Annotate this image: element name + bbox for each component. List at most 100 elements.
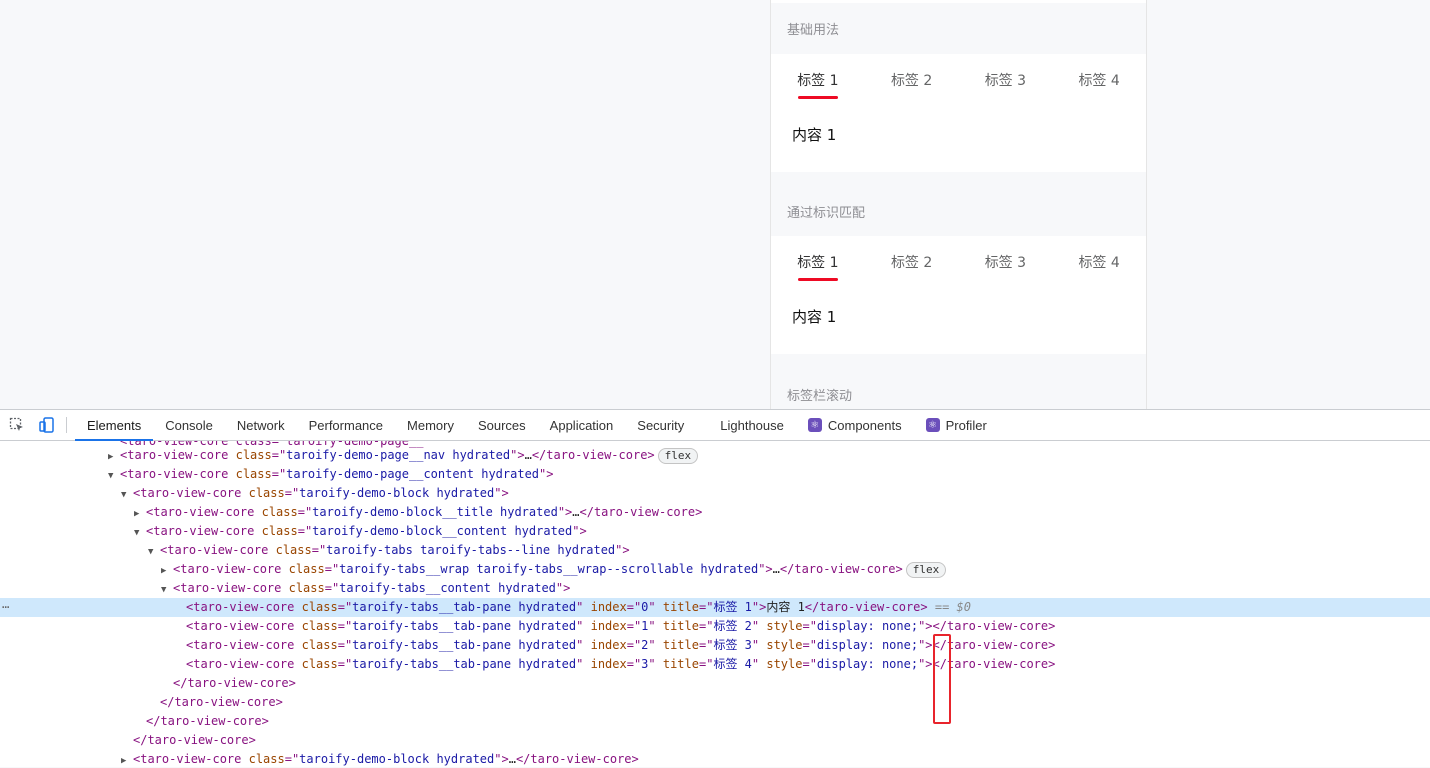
- dom-token: title: [662, 638, 699, 652]
- block-title-text: 标签栏滚动: [787, 388, 853, 404]
- dom-token: ">: [539, 467, 554, 481]
- devtools-toolbar: Elements Console Network Performance Mem…: [0, 410, 1430, 441]
- tab-4[interactable]: 标签 4: [1052, 236, 1146, 286]
- dom-node-line[interactable]: ▶ <taro-view-core class="taroify-demo-blo…: [0, 503, 1430, 522]
- flex-badge[interactable]: flex: [905, 562, 947, 578]
- dom-node-line[interactable]: <taro-view-core class="taroify-tabs__tab…: [0, 636, 1430, 655]
- dom-node-line[interactable]: ▼ <taro-view-core class="taroify-demo-pag…: [0, 465, 1430, 484]
- demo-block: 通过标识匹配 标签 1 标签 2 标签 3 标签 4 内容 1: [771, 172, 1146, 354]
- dom-token: index: [590, 657, 627, 671]
- tab-lighthouse[interactable]: Lighthouse: [708, 410, 796, 440]
- dom-token: …: [572, 505, 580, 519]
- tab-label: Profiler: [945, 417, 987, 433]
- tab-performance[interactable]: Performance: [297, 410, 395, 440]
- dom-token: <taro-view-core: [186, 619, 302, 633]
- page-viewport: 基础用法 标签 1 标签 2 标签 3 标签 4 内容 1 通过标识匹配 标签 …: [0, 0, 1430, 409]
- dom-token: =": [626, 657, 642, 671]
- dom-token: ": [648, 638, 663, 652]
- tab-label: 标签 3: [984, 73, 1027, 89]
- dom-token: 标签 2: [713, 619, 752, 633]
- inspect-element-icon[interactable]: [2, 410, 32, 440]
- dom-node-line[interactable]: ▶ <taro-view-core class="taroify-demo-blo…: [0, 750, 1430, 768]
- dom-node-line[interactable]: ⋯ <taro-view-core class="taroify-tabs__t…: [0, 598, 1430, 617]
- tab-1[interactable]: 标签 1: [771, 54, 865, 104]
- dom-token: taroify-demo-page__nav hydrated: [286, 448, 511, 462]
- dom-node-line[interactable]: ▶ <taro-view-core class="taroify-demo-pag…: [0, 446, 1430, 465]
- dom-token: =": [337, 600, 353, 614]
- tab-console[interactable]: Console: [153, 410, 225, 440]
- red-highlight-box: [933, 634, 951, 724]
- tab-network[interactable]: Network: [225, 410, 297, 440]
- tab-sources[interactable]: Sources: [466, 410, 538, 440]
- dom-token: =": [271, 448, 287, 462]
- dom-node-markup: <taro-view-core class="taroify-tabs__tab…: [174, 655, 1055, 676]
- tab-1[interactable]: 标签 1: [771, 236, 865, 286]
- tab-2[interactable]: 标签 2: [865, 54, 959, 104]
- dom-token: <taro-view-core: [146, 524, 262, 538]
- tab-3[interactable]: 标签 3: [959, 236, 1053, 286]
- tab-3[interactable]: 标签 3: [959, 54, 1053, 104]
- dom-token: =": [698, 638, 714, 652]
- dom-node-markup: ▼ <taro-view-core class="taroify-tabs tar…: [148, 541, 630, 562]
- tab-components[interactable]: ⚛ Components: [796, 410, 914, 440]
- dom-token: …: [772, 562, 780, 576]
- dom-node-line[interactable]: ▼ <taro-view-core class="taroify-tabs__co…: [0, 579, 1430, 598]
- tab-4[interactable]: 标签 4: [1052, 54, 1146, 104]
- dom-token: ">: [572, 524, 587, 538]
- dom-token: ": [751, 619, 767, 633]
- tab-label: 标签 1: [797, 255, 839, 271]
- dom-token: <taro-view-core: [186, 657, 302, 671]
- dom-node-line[interactable]: </taro-view-core>: [0, 693, 1430, 712]
- dom-token: display: none;: [816, 638, 919, 652]
- tab-elements[interactable]: Elements: [75, 410, 154, 441]
- dom-token: </taro-view-core>: [932, 619, 1056, 633]
- dom-token: <taro-view-core: [120, 448, 236, 462]
- dom-token: taroify-demo-block__title hydrated: [312, 505, 558, 519]
- dom-node-line[interactable]: </taro-view-core>: [0, 731, 1430, 750]
- tab-active-indicator: [797, 278, 838, 281]
- tab-label: Performance: [308, 417, 384, 433]
- dom-token: class: [288, 562, 325, 576]
- more-icon[interactable]: ⋯: [2, 598, 9, 617]
- dom-token: class: [301, 657, 338, 671]
- dom-token: taroify-demo-block__content hydrated: [312, 524, 573, 538]
- dom-token: style: [766, 657, 803, 671]
- dom-node-line[interactable]: </taro-view-core>: [0, 674, 1430, 693]
- tab-2[interactable]: 标签 2: [865, 236, 959, 286]
- dom-token: =": [802, 619, 817, 633]
- collapsed-triangle-icon[interactable]: ▶: [121, 752, 133, 768]
- dom-token: </taro-view-core>: [779, 562, 903, 576]
- dom-token: ">: [918, 657, 933, 671]
- tab-label: Elements: [87, 417, 142, 433]
- dom-token: style: [766, 638, 803, 652]
- dom-token: ": [576, 638, 591, 652]
- block-title: 基础用法: [771, 3, 1146, 54]
- dom-node-line[interactable]: ▶ <taro-view-core class="taroify-tabs__wr…: [0, 560, 1430, 579]
- dom-token: ": [576, 600, 591, 614]
- tab-label: Memory: [407, 417, 454, 433]
- dom-node-line[interactable]: <taro-view-core class="taroify-tabs__tab…: [0, 655, 1430, 674]
- tab-memory[interactable]: Memory: [395, 410, 466, 440]
- dom-node-markup: ▼ <taro-view-core class="taroify-demo-blo…: [134, 522, 587, 543]
- dom-token: taroify-tabs__wrap taroify-tabs__wrap--s…: [339, 562, 759, 576]
- tab-pane-content: 内容 1: [771, 104, 1146, 172]
- dom-node-line[interactable]: ▼ <taro-view-core class="taroify-tabs tar…: [0, 541, 1430, 560]
- tab-application[interactable]: Application: [538, 410, 626, 440]
- device-toolbar-icon[interactable]: [32, 410, 62, 440]
- tab-security[interactable]: Security: [625, 410, 708, 440]
- tab-profiler[interactable]: ⚛ Profiler: [914, 410, 999, 440]
- dom-node-line[interactable]: ▼ <taro-view-core class="taroify-demo-blo…: [0, 522, 1430, 541]
- tabs-bar: 标签 1 标签 2 标签 3 标签 4: [771, 236, 1146, 286]
- dom-token: =": [337, 638, 353, 652]
- dom-token: ">: [615, 543, 630, 557]
- dom-node-line[interactable]: ▼ <taro-view-core class="taroify-demo-blo…: [0, 484, 1430, 503]
- dom-token: </taro-view-core>: [173, 676, 296, 690]
- tab-label: 标签 2: [890, 255, 933, 271]
- dom-node-markup: ▼ <taro-view-core class="taroify-demo-blo…: [121, 484, 509, 505]
- dom-node-markup: ▼ <taro-view-core class="taroify-tabs__co…: [161, 579, 570, 600]
- dom-token: =": [626, 619, 642, 633]
- dom-node-line[interactable]: </taro-view-core>: [0, 712, 1430, 731]
- dom-token: <taro-view-core: [160, 543, 276, 557]
- flex-badge[interactable]: flex: [657, 448, 699, 464]
- dom-node-line[interactable]: <taro-view-core class="taroify-tabs__tab…: [0, 617, 1430, 636]
